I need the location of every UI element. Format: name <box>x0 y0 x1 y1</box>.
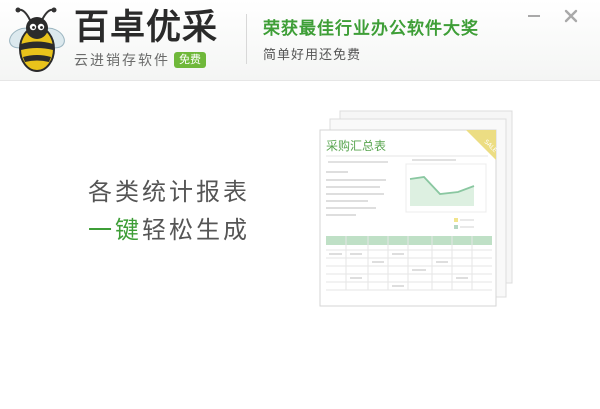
bee-logo-icon <box>9 7 65 72</box>
title-bar: 百卓优采 云进销存软件 免费 荣获最佳行业办公软件大奖 简单好用还免费 <box>0 0 600 81</box>
free-badge: 免费 <box>174 52 206 68</box>
close-icon <box>564 9 578 23</box>
award-subline: 简单好用还免费 <box>263 48 362 63</box>
tagline-accent: 一键 <box>88 216 142 244</box>
header-divider <box>246 14 247 64</box>
brand-block: 百卓优采 云进销存软件 免费 <box>74 6 218 70</box>
tagline-rest: 轻松生成 <box>142 216 250 244</box>
award-headline: 荣获最佳行业办公软件大奖 <box>263 19 479 39</box>
brand-subtitle-row: 云进销存软件 免费 <box>74 50 218 70</box>
close-button[interactable] <box>561 6 581 26</box>
brand-subtitle: 云进销存软件 <box>74 53 170 69</box>
tagline-line-1: 各类统计报表 <box>88 178 250 206</box>
minimize-button[interactable] <box>524 6 544 26</box>
report-title: 采购汇总表 <box>326 138 386 153</box>
brand-name: 百卓优采 <box>74 8 219 48</box>
report-preview-illustration: 采购汇总表 SALE <box>319 110 513 307</box>
minimize-icon <box>528 15 540 17</box>
tagline-line-2: 一键轻松生成 <box>88 210 250 245</box>
